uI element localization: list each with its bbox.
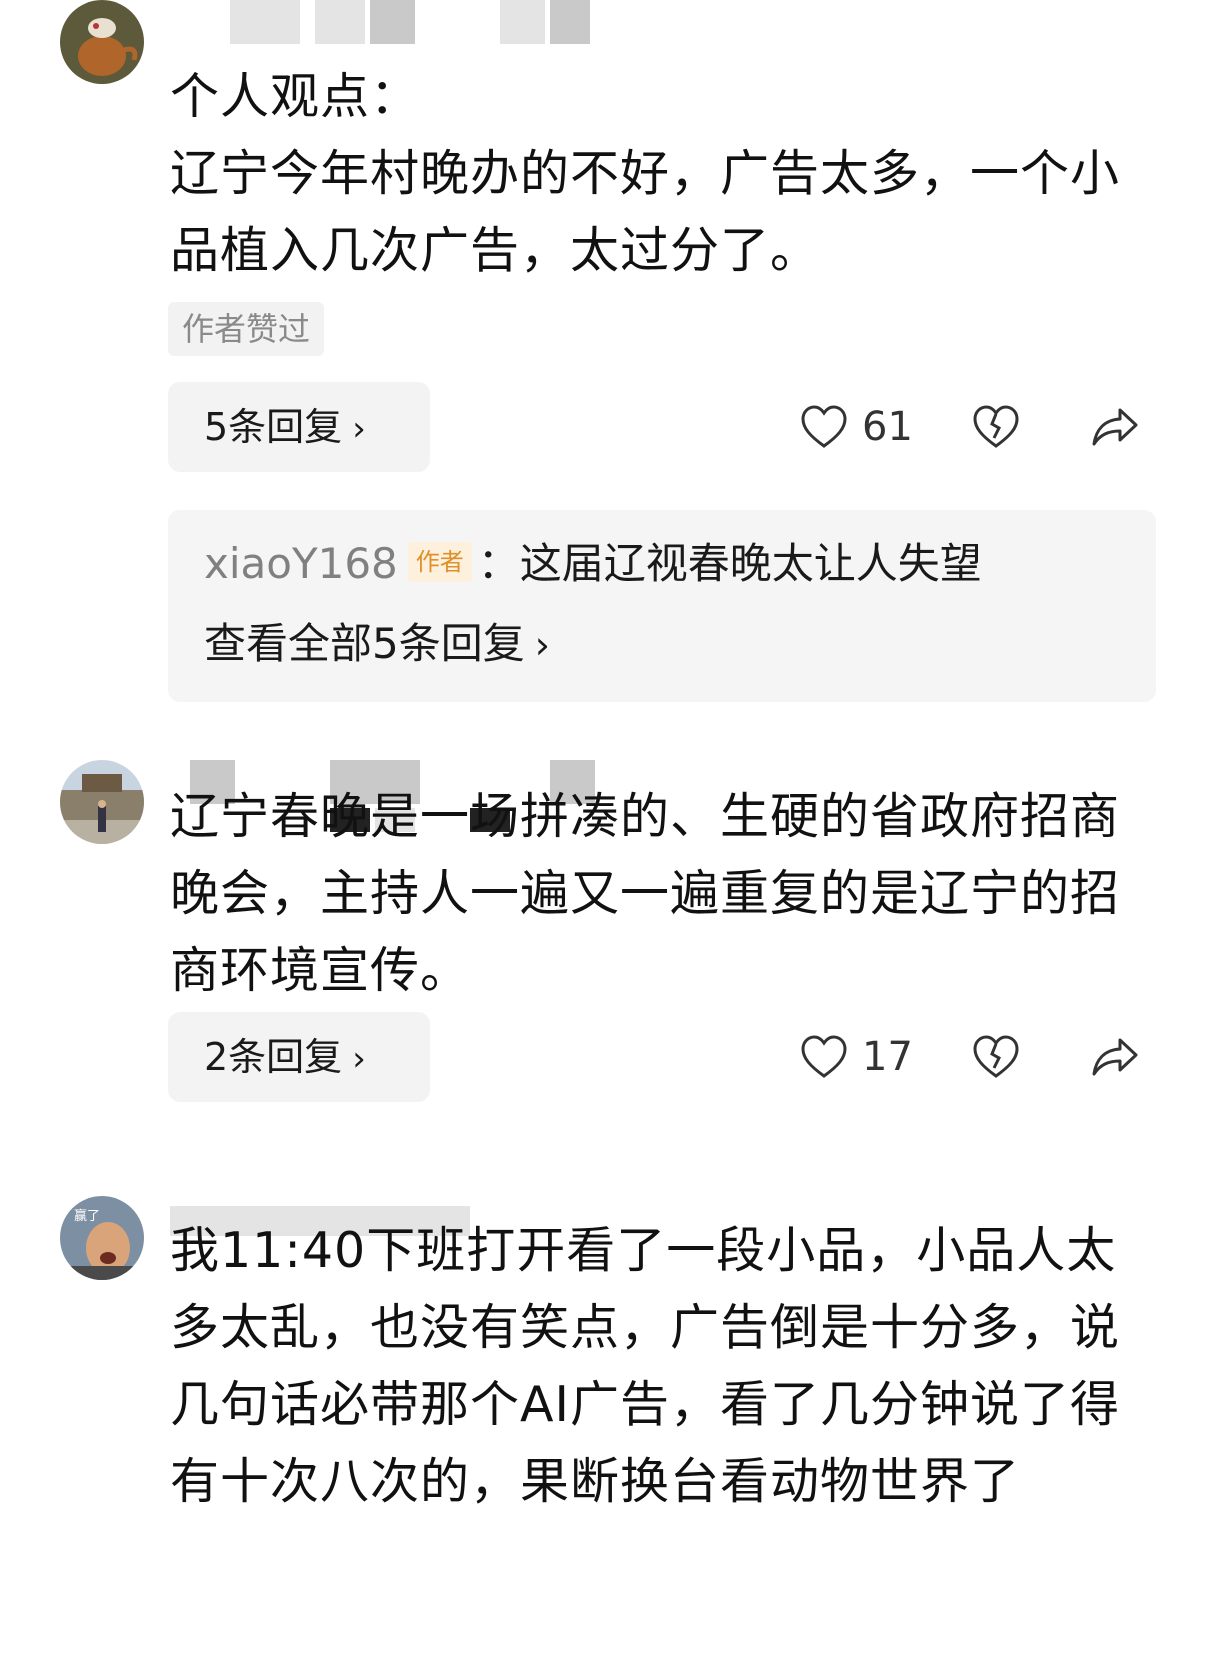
- like-count: 17: [862, 1034, 913, 1080]
- author-tag: 作者: [407, 542, 472, 582]
- comment-actions: 17: [800, 1012, 1170, 1102]
- view-all-replies-label: 查看全部5条回复: [204, 619, 525, 668]
- replies-button[interactable]: 2条回复 ›: [168, 1012, 430, 1102]
- avatar[interactable]: [60, 760, 144, 844]
- dislike-button[interactable]: [972, 400, 1020, 454]
- heart-outline-icon: [801, 1035, 847, 1078]
- comment-text: 个人观点： 辽宁今年村晚办的不好，广告太多，一个小品植入几次广告，太过分了。: [170, 68, 1121, 279]
- teapot-avatar-icon: [60, 0, 144, 84]
- reply-text: ：这届辽视春晚太让人失望: [477, 539, 982, 588]
- replies-button[interactable]: 5条回复 ›: [168, 382, 430, 472]
- avatar[interactable]: 赢了: [60, 1196, 144, 1280]
- reply-username[interactable]: xiaoY168: [204, 539, 398, 588]
- chevron-right-icon: ›: [352, 1039, 366, 1079]
- heart-outline-icon: [801, 405, 847, 448]
- share-button[interactable]: [1090, 1030, 1140, 1084]
- share-arrow-icon: [1092, 408, 1138, 446]
- like-count: 61: [862, 404, 913, 450]
- like-button[interactable]: 61: [800, 400, 913, 454]
- comment-3: 赢了 我11:40下班打开看了一段小品，小品人太多太乱，也没有笑点，广告倒是十分…: [0, 1196, 1220, 1664]
- comment-text: 我11:40下班打开看了一段小品，小品人太多太乱，也没有笑点，广告倒是十分多，说…: [170, 1222, 1121, 1510]
- dislike-button[interactable]: [972, 1030, 1020, 1084]
- comment-1: 个人观点： 辽宁今年村晚办的不好，广告太多，一个小品植入几次广告，太过分了。 作…: [0, 0, 1220, 702]
- replies-button-label: 5条回复: [204, 405, 343, 449]
- comment-2: 辽宁春晚是一场拼凑的、生硬的省政府招商晚会，主持人一遍又一遍重复的是辽宁的招商环…: [0, 760, 1220, 1160]
- comment-actions: 61: [800, 382, 1170, 472]
- share-arrow-icon: [1092, 1038, 1138, 1076]
- avatar[interactable]: [60, 0, 144, 84]
- like-button[interactable]: 17: [800, 1030, 913, 1084]
- reply-preview-line: xiaoY168 作者 ：这届辽视春晚太让人失望: [204, 534, 982, 594]
- landmark-photo-avatar-icon: [60, 760, 144, 844]
- username-redacted[interactable]: [170, 0, 630, 44]
- avatar-caption: 赢了: [74, 1208, 100, 1224]
- share-button[interactable]: [1090, 400, 1140, 454]
- meme-avatar-icon: 赢了: [60, 1196, 144, 1280]
- replies-button-label: 2条回复: [204, 1035, 343, 1079]
- chevron-right-icon: ›: [352, 409, 366, 449]
- comment-text: 辽宁春晚是一场拼凑的、生硬的省政府招商晚会，主持人一遍又一遍重复的是辽宁的招商环…: [170, 788, 1121, 999]
- chevron-right-icon: ›: [534, 623, 550, 667]
- reply-preview[interactable]: xiaoY168 作者 ：这届辽视春晚太让人失望 查看全部5条回复 ›: [168, 510, 1156, 702]
- broken-heart-icon: [973, 1035, 1019, 1078]
- author-liked-badge: 作者赞过: [168, 302, 325, 356]
- broken-heart-icon: [973, 405, 1019, 448]
- view-all-replies-link[interactable]: 查看全部5条回复 ›: [204, 614, 550, 675]
